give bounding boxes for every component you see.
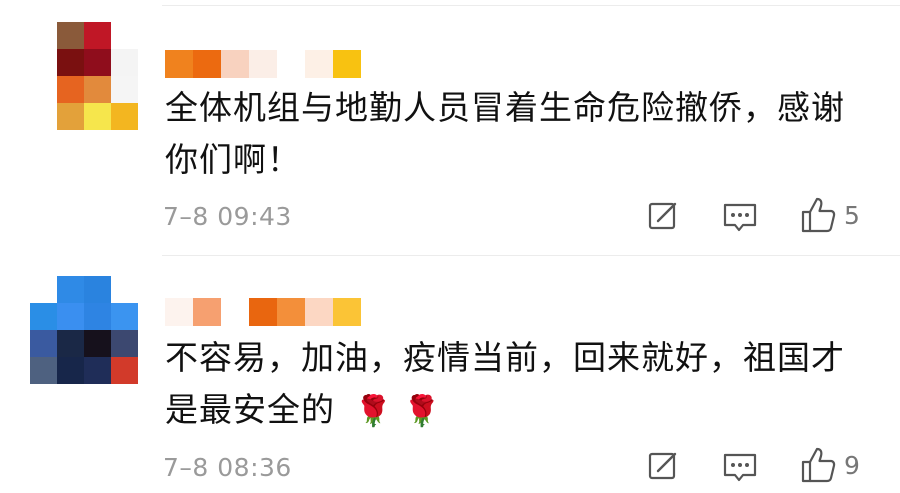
avatar-pixel bbox=[84, 22, 111, 49]
avatar[interactable] bbox=[30, 276, 140, 386]
comment-icon bbox=[723, 203, 757, 232]
avatar-pixel bbox=[57, 49, 84, 76]
username-redacted[interactable] bbox=[165, 298, 385, 326]
like-button[interactable]: 5 bbox=[800, 196, 860, 234]
avatar-pixel bbox=[111, 357, 138, 384]
avatar-pixel bbox=[84, 276, 111, 303]
edit-icon bbox=[648, 202, 677, 230]
avatar-pixel bbox=[57, 103, 84, 130]
like-count: 5 bbox=[844, 200, 860, 230]
avatar-pixel bbox=[138, 103, 140, 130]
avatar-pixel bbox=[84, 303, 111, 330]
avatar-pixel bbox=[30, 357, 57, 384]
comment-text-body: 不容易，加油，疫情当前，回来就好，祖国才是最安全的 bbox=[165, 338, 845, 429]
avatar-pixel bbox=[84, 103, 111, 130]
avatar-pixel bbox=[111, 330, 138, 357]
comment-item: 全体机组与地勤人员冒着生命危险撤侨，感谢你们啊！ 7–8 09:43 5 bbox=[0, 0, 900, 255]
avatar-pixel bbox=[111, 22, 138, 49]
avatar-pixel bbox=[138, 22, 140, 49]
rose-emoji: 🌹 🌹 bbox=[354, 394, 442, 429]
avatar-pixel bbox=[111, 49, 138, 76]
avatar-pixel bbox=[138, 76, 140, 103]
avatar-pixel bbox=[57, 330, 84, 357]
comment-icon bbox=[723, 453, 757, 482]
thumbs-up-icon bbox=[801, 197, 836, 233]
avatar-pixel bbox=[84, 357, 111, 384]
avatar-pixel bbox=[111, 276, 138, 303]
comment-time: 7–8 09:43 bbox=[163, 202, 292, 231]
reply-button[interactable] bbox=[647, 200, 679, 232]
avatar-pixel bbox=[138, 49, 140, 76]
avatar[interactable] bbox=[30, 22, 140, 132]
avatar-pixel bbox=[57, 276, 84, 303]
comment-button[interactable] bbox=[722, 452, 758, 484]
avatar-pixel bbox=[111, 76, 138, 103]
avatar-pixel bbox=[84, 49, 111, 76]
avatar-pixel bbox=[57, 22, 84, 49]
avatar-pixel bbox=[84, 76, 111, 103]
comment-text: 全体机组与地勤人员冒着生命危险撤侨，感谢你们啊！ bbox=[165, 88, 845, 179]
comment-time: 7–8 08:36 bbox=[163, 453, 292, 482]
username-redacted[interactable] bbox=[165, 50, 385, 78]
avatar-pixel bbox=[57, 303, 84, 330]
thumbs-up-icon bbox=[801, 447, 836, 483]
like-count: 9 bbox=[844, 450, 860, 480]
comment-text: 不容易，加油，疫情当前，回来就好，祖国才是最安全的 🌹 🌹 bbox=[165, 332, 875, 438]
like-button[interactable]: 9 bbox=[800, 446, 860, 484]
avatar-pixel bbox=[30, 303, 57, 330]
edit-icon bbox=[648, 452, 677, 480]
avatar-pixel bbox=[57, 76, 84, 103]
reply-button[interactable] bbox=[647, 450, 679, 482]
avatar-pixel bbox=[111, 103, 138, 130]
avatar-pixel bbox=[30, 330, 57, 357]
avatar-pixel bbox=[84, 330, 111, 357]
avatar-pixel bbox=[57, 357, 84, 384]
comment-item: 不容易，加油，疫情当前，回来就好，祖国才是最安全的 🌹 🌹 7–8 08:36 … bbox=[0, 256, 900, 493]
comment-button[interactable] bbox=[722, 202, 758, 234]
avatar-pixel bbox=[30, 276, 57, 303]
avatar-pixel bbox=[111, 303, 138, 330]
